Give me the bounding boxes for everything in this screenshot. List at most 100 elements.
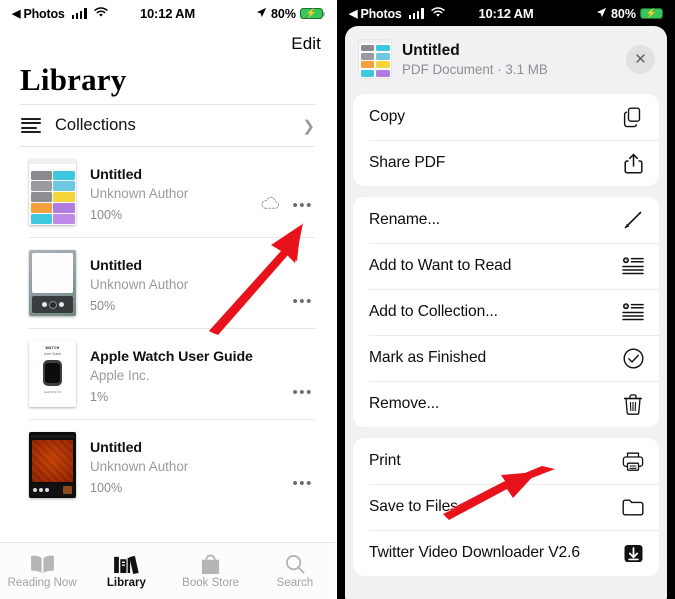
menu-group-2: Rename... Add to Want to Read Add to Col… bbox=[353, 197, 659, 427]
menu-item-label: Remove... bbox=[369, 395, 440, 412]
menu-item-remove[interactable]: Remove... bbox=[353, 381, 659, 427]
more-dots-icon[interactable]: ••• bbox=[292, 385, 313, 400]
tab-label: Search bbox=[276, 576, 314, 589]
menu-item-label: Add to Want to Read bbox=[369, 257, 512, 274]
sheet-subtitle: PDF Document · 3.1 MB bbox=[402, 61, 548, 77]
book-author: Unknown Author bbox=[90, 277, 189, 292]
pdf-thumbnail-icon bbox=[359, 40, 391, 78]
books-library-screen: ◀ Photos 10:12 AM 80% ⚡ Edit Library Col… bbox=[0, 0, 337, 599]
menu-item-add-want-to-read[interactable]: Add to Want to Read bbox=[353, 243, 659, 289]
status-bar-right-panel: ◀ Photos 10:12 AM 80% ⚡ bbox=[337, 0, 675, 27]
page-title: Library bbox=[20, 62, 127, 97]
menu-item-mark-as-finished[interactable]: Mark as Finished bbox=[353, 335, 659, 381]
menu-item-label: Mark as Finished bbox=[369, 349, 487, 366]
open-book-icon bbox=[30, 555, 54, 573]
watch-caption-label: User Guide bbox=[43, 352, 62, 356]
tab-label: Library bbox=[106, 576, 146, 589]
menu-item-label: Twitter Video Downloader V2.6 bbox=[369, 544, 580, 561]
more-dots-icon[interactable]: ••• bbox=[292, 198, 313, 213]
copy-icon bbox=[621, 107, 645, 128]
trash-icon bbox=[621, 393, 645, 415]
screenshot-root: ◀ Photos 10:12 AM 80% ⚡ Edit Library Col… bbox=[0, 0, 675, 599]
tab-bar: Reading Now Library Book Store Search bbox=[0, 542, 335, 599]
menu-group-1: Copy Share PDF bbox=[353, 94, 659, 186]
tab-library[interactable]: Library bbox=[84, 554, 168, 589]
chevron-right-icon: ❯ bbox=[302, 117, 315, 135]
menu-item-label: Print bbox=[369, 452, 401, 469]
nav-bar: Edit bbox=[0, 27, 335, 60]
close-icon[interactable]: ✕ bbox=[626, 44, 655, 74]
add-to-list-icon bbox=[621, 257, 645, 275]
pencil-icon bbox=[621, 210, 645, 230]
sheet-title: Untitled bbox=[402, 41, 460, 59]
book-row-actions: ••• bbox=[260, 196, 313, 215]
add-to-list-icon bbox=[621, 303, 645, 321]
watch-brand-label: WATCH bbox=[45, 346, 60, 350]
search-icon bbox=[285, 554, 305, 574]
battery-charging-icon: ⚡ bbox=[300, 7, 326, 20]
sheet-header: Untitled PDF Document · 3.1 MB ✕ bbox=[345, 26, 667, 94]
menu-item-add-to-collection[interactable]: Add to Collection... bbox=[353, 289, 659, 335]
more-dots-icon[interactable]: ••• bbox=[292, 294, 313, 309]
tab-book-store[interactable]: Book Store bbox=[169, 553, 253, 589]
status-bar-clock: 10:12 AM bbox=[478, 6, 534, 21]
book-title: Untitled bbox=[90, 167, 143, 183]
menu-item-copy[interactable]: Copy bbox=[353, 94, 659, 140]
book-list-item[interactable]: Untitled Unknown Author 100% ••• bbox=[0, 420, 335, 510]
sheet-file-info: Untitled PDF Document · 3.1 MB bbox=[402, 42, 615, 77]
tab-search[interactable]: Search bbox=[253, 554, 335, 589]
book-info: Apple Watch User Guide Apple Inc. 1% bbox=[90, 341, 315, 404]
menu-item-print[interactable]: Print bbox=[353, 438, 659, 484]
share-icon bbox=[621, 153, 645, 174]
menu-item-share-pdf[interactable]: Share PDF bbox=[353, 140, 659, 186]
status-bar-left: ◀ Photos 10:12 AM 80% ⚡ bbox=[0, 0, 335, 27]
menu-item-label: Rename... bbox=[369, 211, 441, 228]
menu-item-twitter-video-downloader[interactable]: Twitter Video Downloader V2.6 bbox=[353, 530, 659, 576]
book-progress: 100% bbox=[90, 481, 123, 495]
sheet-menu: Copy Share PDF Rename... Add to Want to … bbox=[345, 94, 667, 576]
shopping-bag-icon bbox=[202, 553, 220, 574]
book-author: Unknown Author bbox=[90, 459, 189, 474]
tab-label: Reading Now bbox=[7, 576, 77, 589]
book-list-item[interactable]: WATCH User Guide watchOS 8.0 Apple Watch… bbox=[0, 329, 335, 419]
menu-item-rename[interactable]: Rename... bbox=[353, 197, 659, 243]
book-title: Untitled bbox=[90, 258, 143, 274]
book-title: Untitled bbox=[90, 440, 143, 456]
book-list-item[interactable]: Untitled Unknown Author 50% ••• bbox=[0, 238, 335, 328]
action-sheet: Untitled PDF Document · 3.1 MB ✕ Copy Sh… bbox=[345, 26, 667, 599]
book-progress: 50% bbox=[90, 299, 116, 313]
hamburger-icon bbox=[21, 117, 41, 134]
book-list-item[interactable]: Untitled Unknown Author 100% ••• bbox=[0, 147, 335, 237]
collections-row[interactable]: Collections ❯ bbox=[0, 105, 335, 146]
tab-reading-now[interactable]: Reading Now bbox=[0, 554, 84, 589]
download-icon bbox=[621, 543, 645, 564]
edit-button[interactable]: Edit bbox=[291, 34, 321, 54]
folder-icon bbox=[621, 498, 645, 517]
status-bar-clock: 10:12 AM bbox=[140, 6, 195, 21]
tab-label: Book Store bbox=[182, 576, 240, 589]
share-sheet-screen: ◀ Photos 10:12 AM 80% ⚡ Untitled PDF Doc… bbox=[337, 0, 675, 599]
book-cover-thumbnail bbox=[29, 432, 76, 498]
menu-item-label: Add to Collection... bbox=[369, 303, 498, 320]
book-title: Apple Watch User Guide bbox=[90, 349, 253, 365]
menu-item-label: Save to Files bbox=[369, 498, 458, 515]
watch-footer-label: watchOS 8.0 bbox=[43, 390, 62, 394]
book-author: Apple Inc. bbox=[90, 368, 150, 383]
book-cover-thumbnail bbox=[29, 250, 76, 316]
menu-group-3: Print Save to Files Twitter Video Downlo… bbox=[353, 438, 659, 576]
books-shelf-icon bbox=[113, 555, 139, 574]
book-info: Untitled Unknown Author 50% bbox=[90, 250, 315, 313]
more-dots-icon[interactable]: ••• bbox=[292, 476, 313, 491]
book-row-actions: ••• bbox=[292, 385, 313, 400]
battery-charging-icon: ⚡ bbox=[640, 7, 666, 20]
book-progress: 1% bbox=[90, 390, 109, 404]
printer-icon bbox=[621, 451, 645, 472]
menu-item-save-to-files[interactable]: Save to Files bbox=[353, 484, 659, 530]
book-row-actions: ••• bbox=[292, 476, 313, 491]
book-row-actions: ••• bbox=[292, 294, 313, 309]
book-info: Untitled Unknown Author 100% bbox=[90, 432, 315, 495]
menu-item-label: Copy bbox=[369, 108, 406, 125]
menu-item-label: Share PDF bbox=[369, 154, 446, 171]
icloud-download-icon[interactable] bbox=[260, 196, 280, 215]
book-cover-thumbnail bbox=[29, 159, 76, 225]
